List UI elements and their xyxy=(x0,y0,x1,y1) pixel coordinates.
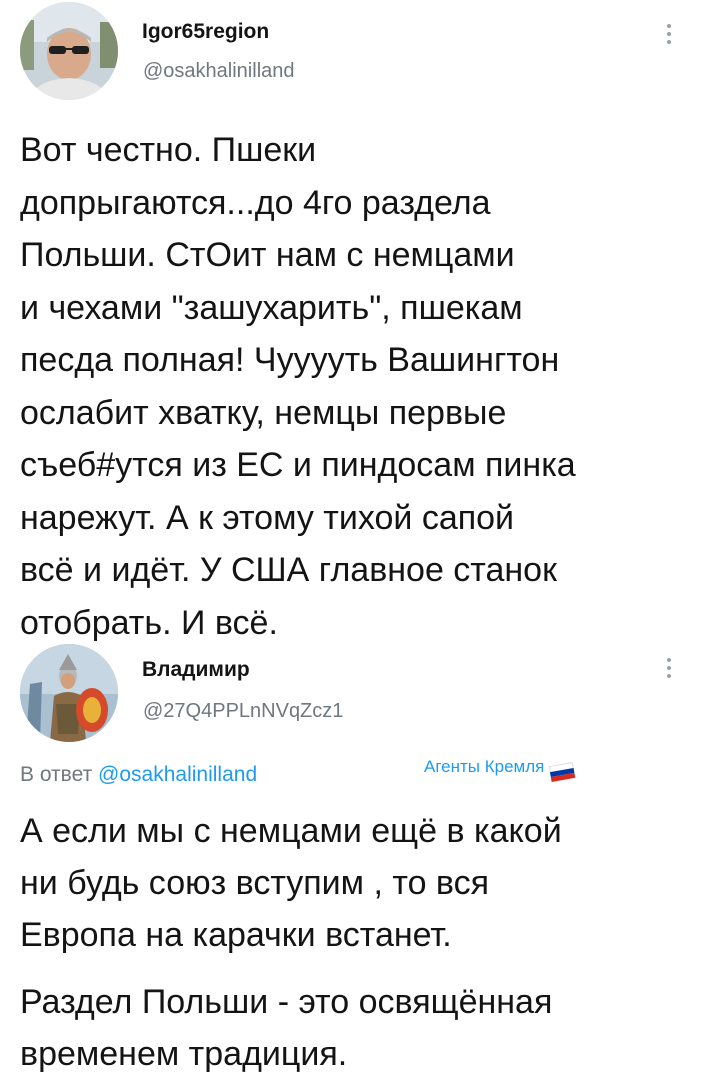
vertical-dots-icon[interactable] xyxy=(667,658,673,678)
user-avatar[interactable] xyxy=(20,2,118,100)
tweet-text-paragraph-2: Раздел Польши - это освящённая временем … xyxy=(20,983,553,1073)
reply-indicator: В ответ @osakhalinilland xyxy=(20,763,257,787)
display-name[interactable]: Igor65region xyxy=(142,20,269,44)
reply-tweet-card: Владимир @27Q4PPLnNVqZcz1 В ответ @osakh… xyxy=(0,640,711,1080)
tweet-card: Igor65region @osakhalinilland Вот честно… xyxy=(0,0,711,642)
tag-label: Агенты Кремля xyxy=(424,757,545,776)
reply-prefix: В ответ xyxy=(20,763,99,786)
user-avatar[interactable] xyxy=(20,644,118,742)
user-handle[interactable]: @osakhalinilland xyxy=(143,60,295,83)
tweet-text: Вот честно. Пшеки допрыгаются...до 4го р… xyxy=(20,131,576,642)
vertical-dots-icon[interactable] xyxy=(667,24,673,44)
tweet-text-paragraph-1: А если мы с немцами ещё в какой ни будь … xyxy=(20,812,562,954)
display-name[interactable]: Владимир xyxy=(142,658,250,682)
user-tag: Агенты Кремля xyxy=(424,757,576,782)
russian-flag-icon xyxy=(549,761,576,782)
reply-handle-link[interactable]: @osakhalinilland xyxy=(98,763,257,786)
user-handle[interactable]: @27Q4PPLnNVqZcz1 xyxy=(143,700,343,723)
user-avatar-knight xyxy=(20,644,118,742)
user-avatar-photo xyxy=(20,2,118,100)
